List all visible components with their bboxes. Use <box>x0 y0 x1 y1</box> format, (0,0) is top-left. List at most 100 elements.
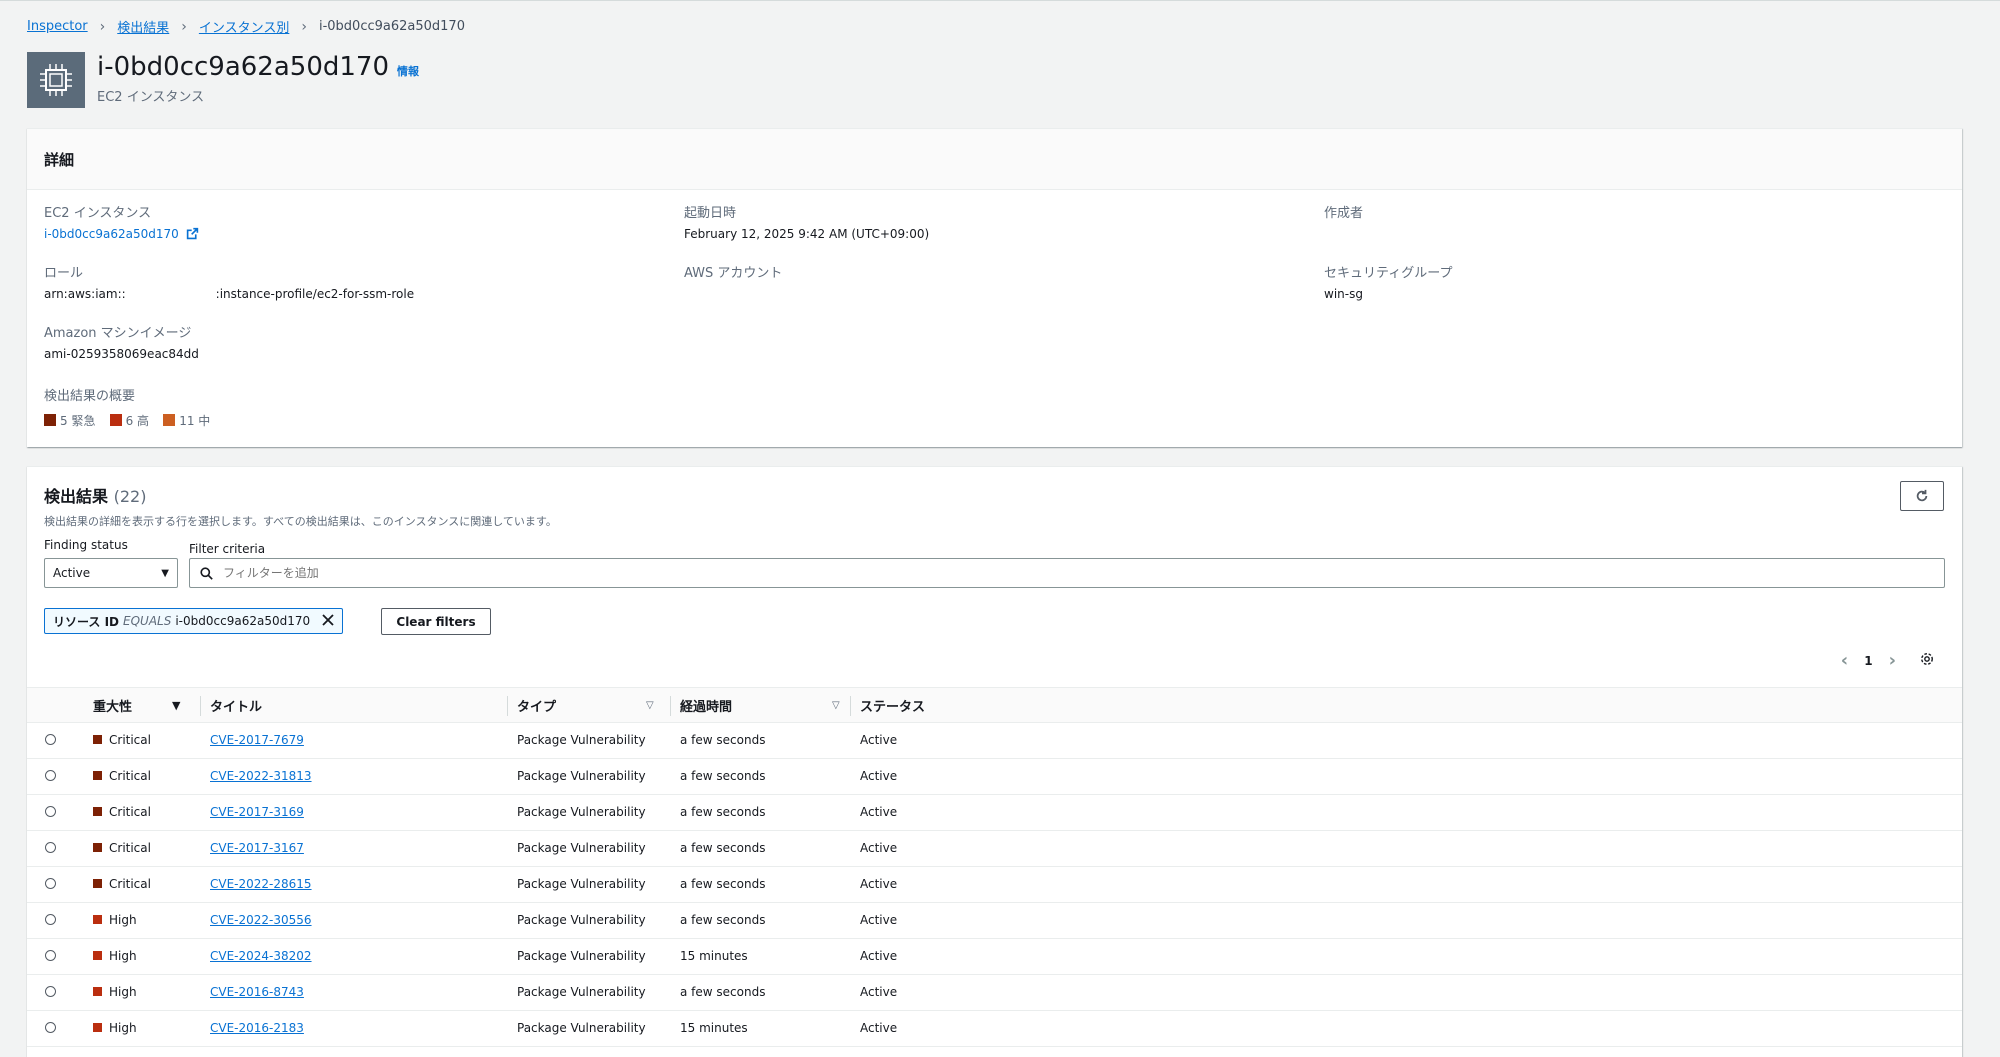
filter-token[interactable]: リソース ID EQUALS i-0bd0cc9a62a50d170 <box>44 608 344 634</box>
finding-type: Package Vulnerability <box>517 877 646 891</box>
row-select-radio[interactable] <box>45 914 56 925</box>
table-row[interactable]: Critical CVE-2022-31813 Package Vulnerabil… <box>27 759 1962 795</box>
breadcrumb-findings[interactable]: 検出結果 <box>117 17 169 36</box>
external-link-icon <box>186 227 198 240</box>
chevron-right-icon[interactable]: › <box>1889 650 1896 671</box>
settings-gear-icon[interactable] <box>1920 652 1934 669</box>
launch-time-field: 起動日時 February 12, 2025 9:42 AM (UTC+09:0… <box>684 202 929 241</box>
security-group-value: win-sg <box>1324 287 1363 301</box>
finding-type: Package Vulnerability <box>517 985 646 999</box>
severity-indicator <box>93 915 102 924</box>
finding-title-link[interactable]: CVE-2022-28615 <box>210 877 312 891</box>
severity-cell: High <box>93 985 137 999</box>
severity-indicator <box>93 951 102 960</box>
token-key: リソース ID <box>53 614 120 629</box>
creator-label: 作成者 <box>1324 206 1364 221</box>
ec2-instance-link[interactable]: i-0bd0cc9a62a50d170 <box>44 227 199 241</box>
column-severity[interactable]: 重大性 ▼ <box>93 696 180 715</box>
severity-indicator <box>93 843 102 852</box>
column-age[interactable]: 経過時間 ▽ <box>670 696 840 716</box>
column-title[interactable]: タイトル <box>200 696 262 716</box>
finding-title-link[interactable]: CVE-2017-3167 <box>210 841 304 855</box>
severity-label: High <box>109 985 137 999</box>
token-operator: EQUALS <box>123 614 172 628</box>
findings-summary-field: 検出結果の概要 5 緊急 6 高 11 中 <box>44 385 220 429</box>
table-row[interactable]: Critical CVE-2017-3167 Package Vulnerabili… <box>27 831 1962 867</box>
chevron-right-icon: › <box>99 18 106 35</box>
finding-title-link[interactable]: CVE-2016-2183 <box>210 1021 304 1035</box>
severity-cell: Critical <box>93 769 151 783</box>
column-type[interactable]: タイプ ▽ <box>507 696 654 716</box>
page-number[interactable]: 1 <box>1864 654 1872 668</box>
row-select-radio[interactable] <box>45 986 56 997</box>
token-value: i-0bd0cc9a62a50d170 <box>175 614 311 628</box>
sort-desc-icon: ▼ <box>172 699 181 712</box>
refresh-button[interactable] <box>1900 481 1944 511</box>
severity-label: High <box>109 1021 137 1035</box>
filter-input[interactable] <box>221 565 1825 581</box>
row-select-radio[interactable] <box>45 734 56 745</box>
security-group-field: セキュリティグループ win-sg <box>1324 262 1452 301</box>
table-row[interactable]: High CVE-2022-30556 Package Vulnerability a… <box>27 903 1962 939</box>
table-row[interactable]: High CVE-2016-8743 Package Vulnerability a … <box>27 975 1962 1011</box>
column-status[interactable]: ステータス <box>850 696 925 716</box>
chevron-right-icon: › <box>301 18 307 35</box>
row-select-radio[interactable] <box>45 770 56 781</box>
row-select-radio[interactable] <box>45 950 56 961</box>
finding-title-link[interactable]: CVE-2016-8743 <box>210 985 304 999</box>
severity-indicator <box>93 879 102 888</box>
finding-status-select[interactable]: Active ▼ <box>44 558 178 588</box>
severity-label: Critical <box>109 805 151 819</box>
breadcrumb-inspector[interactable]: Inspector <box>27 19 88 34</box>
ec2-instance-icon <box>27 52 85 108</box>
finding-age: a few seconds <box>680 985 766 999</box>
breadcrumb: Inspector › 検出結果 › インスタンス別 › i-0bd0cc9a6… <box>27 17 465 37</box>
aws-account-field: AWS アカウント <box>684 262 782 287</box>
close-icon[interactable] <box>322 613 334 629</box>
summary-critical: 5 緊急 <box>44 414 95 428</box>
severity-label: Critical <box>109 877 151 891</box>
finding-type: Package Vulnerability <box>517 1021 646 1035</box>
row-select-radio[interactable] <box>45 806 56 817</box>
finding-status: Active <box>860 805 898 819</box>
clear-filters-button[interactable]: Clear filters <box>381 608 491 635</box>
finding-status: Active <box>860 985 898 999</box>
row-select-radio[interactable] <box>45 878 56 889</box>
table-row[interactable]: Critical CVE-2017-7679 Package Vulnerabili… <box>27 723 1962 759</box>
aws-account-label: AWS アカウント <box>684 266 783 281</box>
findings-table: 重大性 ▼ タイトル タイプ ▽ 経過時間 ▽ ステータス Critical C… <box>27 687 1962 1047</box>
row-select-radio[interactable] <box>45 842 56 853</box>
chevron-left-icon[interactable]: ‹ <box>1841 650 1848 671</box>
table-row[interactable]: High CVE-2024-38202 Package Vulnerability 1… <box>27 939 1962 975</box>
finding-title-link[interactable]: CVE-2022-31813 <box>210 769 312 783</box>
finding-title-link[interactable]: CVE-2024-38202 <box>210 949 312 963</box>
finding-status: Active <box>860 769 898 783</box>
finding-status: Active <box>860 733 898 747</box>
row-select-radio[interactable] <box>45 1022 56 1033</box>
severity-indicator <box>93 771 102 780</box>
finding-title-link[interactable]: CVE-2022-30556 <box>210 913 312 927</box>
table-row[interactable]: Critical CVE-2017-3169 Package Vulnerabili… <box>27 795 1962 831</box>
findings-summary-label: 検出結果の概要 <box>44 389 136 404</box>
info-link[interactable]: 情報 <box>397 63 419 79</box>
finding-title-link[interactable]: CVE-2017-7679 <box>210 733 304 747</box>
severity-indicator <box>93 987 102 996</box>
finding-type: Package Vulnerability <box>517 769 646 783</box>
role-value-suffix: :instance-profile/ec2-for-ssm-role <box>215 287 415 301</box>
finding-age: a few seconds <box>680 913 766 927</box>
severity-cell: Critical <box>93 877 151 891</box>
top-border <box>0 0 2000 1</box>
breadcrumb-by-instance[interactable]: インスタンス別 <box>199 17 289 36</box>
table-row[interactable]: Critical CVE-2022-28615 Package Vulnerabil… <box>27 867 1962 903</box>
chevron-right-icon: › <box>181 18 187 35</box>
table-row[interactable]: High CVE-2016-2183 Package Vulnerability 15… <box>27 1011 1962 1047</box>
finding-type: Package Vulnerability <box>517 841 646 855</box>
page-header: i-0bd0cc9a62a50d170 情報 EC2 インスタンス <box>27 52 419 108</box>
table-body: Critical CVE-2017-7679 Package Vulnerabili… <box>27 723 1962 1047</box>
severity-indicator <box>93 1023 102 1032</box>
finding-status-value: Active <box>53 566 91 580</box>
finding-title-link[interactable]: CVE-2017-3169 <box>210 805 304 819</box>
table-header: 重大性 ▼ タイトル タイプ ▽ 経過時間 ▽ ステータス <box>27 687 1962 723</box>
finding-status: Active <box>860 1021 898 1035</box>
filter-search[interactable] <box>189 558 1945 588</box>
